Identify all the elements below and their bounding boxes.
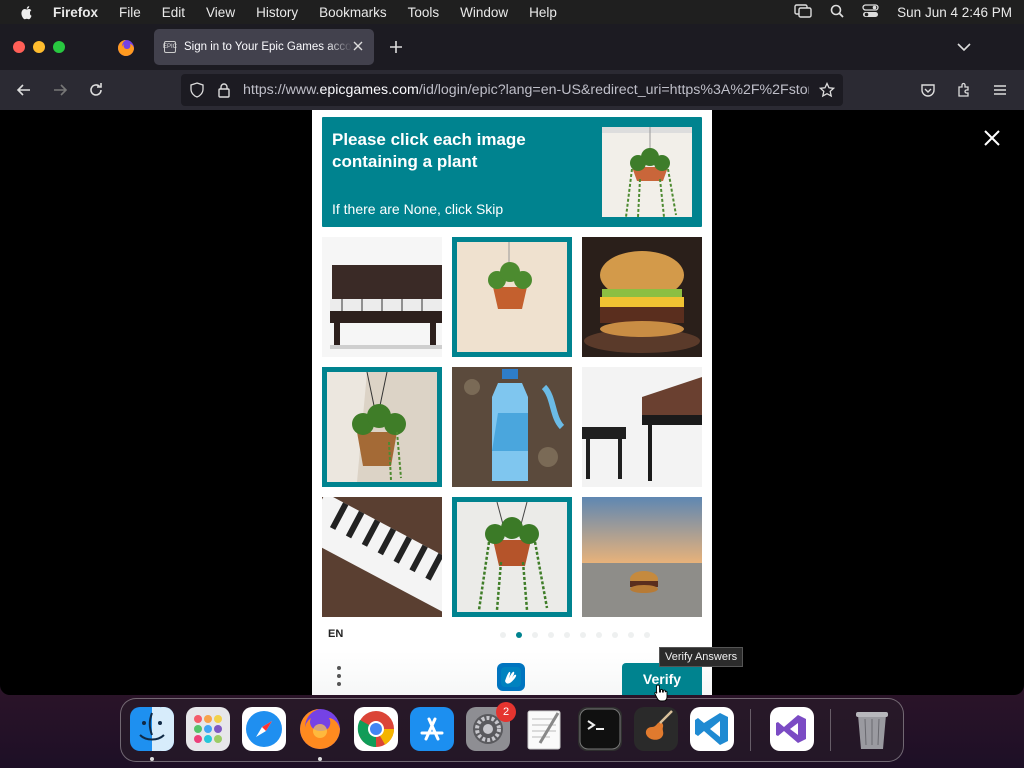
prompt-title: Please click each image containing a pla… [332, 130, 526, 171]
garageband-icon[interactable] [634, 707, 678, 751]
progress-dot-1 [500, 632, 506, 638]
progress-dot-3 [532, 632, 538, 638]
image-tile-1[interactable] [322, 237, 442, 357]
progress-dot-10 [644, 632, 650, 638]
control-center-icon[interactable] [862, 3, 879, 21]
finder-icon[interactable] [130, 707, 174, 751]
menu-edit[interactable]: Edit [162, 5, 185, 20]
back-arrow-icon[interactable] [15, 81, 33, 99]
image-tile-2[interactable] [452, 237, 572, 357]
menu-tools[interactable]: Tools [408, 5, 440, 20]
close-overlay-icon[interactable] [982, 128, 1002, 148]
new-tab-icon[interactable] [387, 38, 405, 56]
reload-icon[interactable] [87, 81, 105, 99]
terminal-icon[interactable] [578, 707, 622, 751]
firefox-running-indicator [318, 757, 322, 761]
dock-separator-2 [830, 709, 831, 751]
more-options-icon[interactable] [335, 665, 343, 691]
trash-icon[interactable] [850, 707, 894, 751]
close-tab-icon[interactable] [350, 38, 366, 54]
menu-help[interactable]: Help [529, 5, 557, 20]
url-path: /id/login/epic?lang=en-US&redirect_uri=h… [418, 82, 809, 98]
progress-dot-7 [596, 632, 602, 638]
firefox-view-icon[interactable] [117, 39, 135, 57]
tab-strip: EPIC Sign in to Your Epic Games account [0, 24, 1024, 70]
forward-arrow-icon[interactable] [51, 81, 69, 99]
vscode-icon[interactable] [690, 707, 734, 751]
bookmark-star-icon[interactable] [818, 81, 836, 98]
url-scheme: https://www. [243, 82, 320, 98]
image-tile-4[interactable] [322, 367, 442, 487]
challenge-progress-dots [500, 632, 650, 638]
minimize-window-button[interactable] [33, 41, 45, 53]
lock-icon[interactable] [217, 82, 231, 98]
extensions-puzzle-icon[interactable] [956, 82, 972, 98]
hcaptcha-challenge: Please click each image containing a pla… [312, 110, 712, 695]
menu-clock[interactable]: Sun Jun 4 2:46 PM [897, 5, 1012, 20]
safari-icon[interactable] [242, 707, 286, 751]
challenge-prompt: Please click each image containing a pla… [322, 117, 702, 227]
launchpad-icon[interactable] [186, 707, 230, 751]
zoom-window-button[interactable] [53, 41, 65, 53]
hcaptcha-logo-icon [495, 661, 527, 693]
prompt-subtitle: If there are None, click Skip [332, 201, 504, 217]
visual-studio-icon[interactable] [770, 707, 814, 751]
address-bar[interactable]: https://www.epicgames.com/id/login/epic?… [181, 74, 843, 106]
spotlight-search-icon[interactable] [830, 4, 844, 21]
menu-view[interactable]: View [206, 5, 235, 20]
finder-running-indicator [150, 757, 154, 761]
chrome-icon[interactable] [354, 707, 398, 751]
textedit-icon[interactable] [522, 707, 566, 751]
menu-history[interactable]: History [256, 5, 298, 20]
url-text[interactable]: https://www.epicgames.com/id/login/epic?… [243, 82, 809, 98]
image-tile-7[interactable] [322, 497, 442, 617]
image-tile-6[interactable] [582, 367, 702, 487]
verify-tooltip: Verify Answers [659, 647, 744, 667]
list-all-tabs-icon[interactable] [956, 39, 972, 55]
image-tile-8[interactable] [452, 497, 572, 617]
active-tab[interactable]: EPIC Sign in to Your Epic Games account [154, 29, 374, 65]
progress-dot-8 [612, 632, 618, 638]
apple-menu-icon[interactable] [19, 4, 35, 20]
settings-notification-badge: 2 [496, 702, 516, 722]
macos-menu-bar: Firefox File Edit View History Bookmarks… [0, 0, 1024, 24]
epic-games-favicon: EPIC [163, 41, 177, 53]
image-tile-9[interactable] [582, 497, 702, 617]
image-tile-5[interactable] [452, 367, 572, 487]
dock-separator [750, 709, 751, 751]
hamburger-menu-icon[interactable] [992, 82, 1008, 98]
tracking-protection-shield-icon[interactable] [189, 82, 205, 98]
screen-mirroring-icon[interactable] [794, 3, 812, 21]
close-window-button[interactable] [13, 41, 25, 53]
progress-dot-6 [580, 632, 586, 638]
tab-title: Sign in to Your Epic Games account [184, 41, 352, 53]
menu-app-name[interactable]: Firefox [53, 5, 98, 20]
progress-dot-9 [628, 632, 634, 638]
language-selector[interactable]: EN [328, 628, 343, 640]
image-grid [322, 237, 702, 617]
firefox-window: EPIC Sign in to Your Epic Games account [0, 24, 1024, 695]
progress-dot-2 [516, 632, 522, 638]
menu-bookmarks[interactable]: Bookmarks [319, 5, 387, 20]
firefox-dock-icon[interactable] [298, 707, 342, 751]
menu-file[interactable]: File [119, 5, 141, 20]
app-store-icon[interactable] [410, 707, 454, 751]
progress-dot-5 [564, 632, 570, 638]
progress-dot-4 [548, 632, 554, 638]
challenge-footer: Verify [312, 651, 712, 695]
url-domain: epicgames.com [319, 82, 419, 98]
menu-window[interactable]: Window [460, 5, 508, 20]
pocket-icon[interactable] [920, 82, 936, 98]
image-tile-3[interactable] [582, 237, 702, 357]
navigation-toolbar: https://www.epicgames.com/id/login/epic?… [0, 70, 1024, 110]
pointer-cursor-icon [654, 684, 668, 702]
page-content: Please click each image containing a pla… [0, 110, 1024, 695]
example-plant-image [602, 127, 692, 217]
